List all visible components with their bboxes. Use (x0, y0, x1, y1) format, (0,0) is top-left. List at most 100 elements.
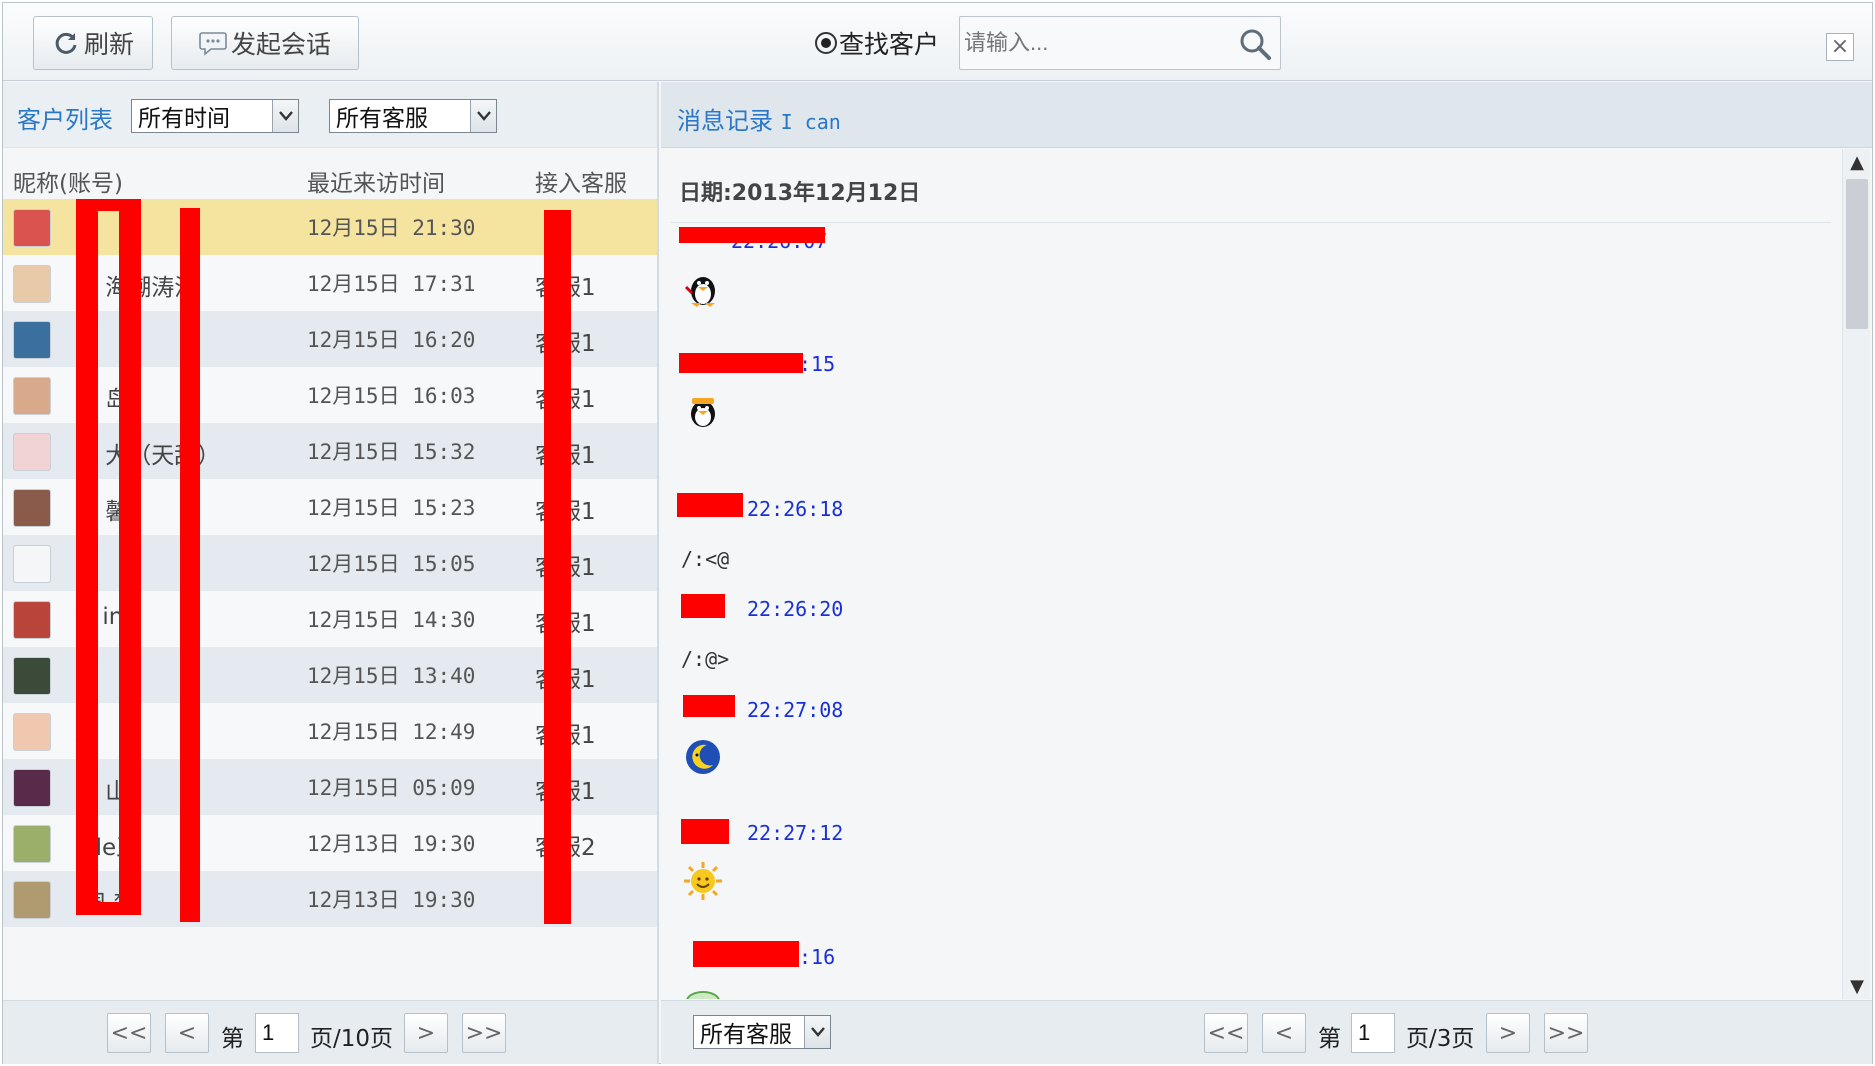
avatar (13, 209, 51, 247)
avatar (13, 433, 51, 471)
customer-list-pager: << < 第 页/10页 > >> (3, 1000, 657, 1064)
message-log-pane: 消息记录 I can 日期:2013年12月12日 22:26:07 :15 2… (661, 82, 1872, 1064)
customer-list-pane: 客户列表 所有时间 所有客服 昵称(账号) 最近来访时间 接入客服 12月15日… (3, 82, 659, 1064)
sun-emoji-icon (684, 862, 722, 900)
page-prefix: 第 (221, 1026, 244, 1052)
last-visit-time: 12月15日 15:32 (307, 440, 476, 464)
close-icon[interactable]: × (1826, 33, 1854, 61)
refresh-button[interactable]: 刷新 (33, 16, 153, 70)
page-prefix: 第 (1318, 1026, 1341, 1052)
cake-emoji-icon (686, 991, 720, 999)
find-customer-radio[interactable]: 查找客户 (815, 25, 939, 61)
message-timestamp: 22:27:08 (747, 698, 844, 722)
scroll-down-icon[interactable]: ▼ (1843, 973, 1871, 999)
customer-chat-window: 刷新 发起会话 查找客户 × 客户列表 所有时间 所有客服 (2, 2, 1873, 1064)
last-visit-time: 12月15日 16:03 (307, 384, 476, 408)
time-filter-value: 所有时间 (138, 106, 230, 132)
page-suffix: 页/10页 (310, 1026, 394, 1052)
search-icon[interactable] (1238, 27, 1272, 61)
last-visit-time: 12月15日 12:49 (307, 720, 476, 744)
avatar (13, 545, 51, 583)
last-visit-time: 12月15日 14:30 (307, 608, 476, 632)
top-toolbar: 刷新 发起会话 查找客户 × (3, 3, 1872, 81)
time-filter-select[interactable]: 所有时间 (131, 99, 299, 133)
avatar (13, 489, 51, 527)
prev-page-button[interactable]: < (165, 1013, 209, 1053)
redaction-bar (76, 902, 141, 915)
last-visit-time: 12月15日 17:31 (307, 272, 476, 296)
last-visit-time: 12月13日 19:30 (307, 832, 476, 856)
message-log-title-suffix: I can (780, 110, 841, 134)
redaction-bar (683, 695, 735, 717)
message-timestamp: 22:27:12 (747, 821, 844, 845)
message-log-title-text: 消息记录 (677, 107, 773, 135)
message-timestamp: 22:26:18 (747, 497, 844, 521)
search-input[interactable] (964, 25, 1224, 61)
avatar (13, 377, 51, 415)
redaction-bar (679, 353, 803, 373)
chevron-down-icon (272, 100, 298, 132)
last-page-button[interactable]: >> (462, 1013, 506, 1053)
last-visit-time: 12月13日 19:30 (307, 888, 476, 912)
last-visit-time: 12月15日 13:40 (307, 664, 476, 688)
start-chat-button[interactable]: 发起会话 (171, 16, 359, 70)
column-header-agent[interactable]: 接入客服 (535, 164, 627, 198)
avatar (13, 769, 51, 807)
customer-list-title: 客户列表 (17, 106, 113, 134)
avatar (13, 321, 51, 359)
redaction-bar (681, 819, 729, 844)
last-visit-time: 12月15日 16:20 (307, 328, 476, 352)
refresh-icon (52, 29, 80, 57)
penguin-emoji-icon (684, 277, 715, 307)
message-text: /:@> (681, 647, 730, 671)
message-log-header: 消息记录 I can (661, 82, 1872, 148)
page-suffix: 页/3页 (1406, 1026, 1475, 1052)
redaction-bar (693, 941, 799, 967)
search-box (959, 16, 1281, 70)
message-timestamp: :16 (799, 945, 836, 969)
customer-table-header: 昵称(账号) 最近来访时间 接入客服 (3, 158, 657, 198)
last-visit-time: 12月15日 15:23 (307, 496, 476, 520)
page-number-input[interactable] (1351, 1013, 1395, 1053)
avatar (13, 713, 51, 751)
scroll-up-icon[interactable]: ▲ (1843, 149, 1871, 175)
column-header-time[interactable]: 最近来访时间 (307, 164, 445, 198)
last-page-button[interactable]: >> (1544, 1013, 1588, 1053)
message-log-pager: 所有客服 << < 第 页/3页 > >> (661, 1000, 1872, 1064)
redaction-bar (76, 199, 98, 915)
redaction-bar (677, 493, 743, 517)
chevron-down-icon (804, 1016, 830, 1048)
redaction-bar (681, 594, 725, 618)
moon-emoji-icon (686, 740, 720, 774)
last-visit-time: 12月15日 21:30 (307, 216, 476, 240)
prev-page-button[interactable]: < (1262, 1013, 1306, 1053)
scrollbar-thumb[interactable] (1846, 179, 1868, 329)
last-visit-time: 12月15日 15:05 (307, 552, 476, 576)
avatar (13, 601, 51, 639)
redaction-bar (180, 208, 200, 922)
penguin-emoji-icon (691, 398, 715, 427)
agent-filter-select[interactable]: 所有客服 (329, 99, 497, 133)
message-scrollbar[interactable]: ▲ ▼ (1842, 149, 1870, 999)
redaction-bar (544, 210, 571, 924)
chevron-down-icon (470, 100, 496, 132)
next-page-button[interactable]: > (1486, 1013, 1530, 1053)
column-header-name[interactable]: 昵称(账号) (13, 164, 123, 198)
customer-list-header: 客户列表 所有时间 所有客服 (3, 82, 657, 148)
redaction-bar (679, 227, 825, 243)
page-number-input[interactable] (255, 1013, 299, 1053)
redaction-bar (119, 199, 141, 915)
message-date: 日期:2013年12月12日 (679, 181, 921, 206)
message-timestamp: 22:26:20 (747, 597, 844, 621)
agent-filter-value: 所有客服 (336, 106, 428, 132)
radio-selected-icon (815, 32, 837, 54)
avatar (13, 825, 51, 863)
first-page-button[interactable]: << (1204, 1013, 1248, 1053)
message-agent-filter-select[interactable]: 所有客服 (693, 1015, 831, 1049)
message-agent-filter-value: 所有客服 (700, 1022, 792, 1048)
first-page-button[interactable]: << (107, 1013, 151, 1053)
next-page-button[interactable]: > (404, 1013, 448, 1053)
start-chat-label: 发起会话 (230, 30, 331, 59)
message-timestamp: :15 (799, 352, 836, 376)
chat-bubble-icon (199, 29, 227, 57)
